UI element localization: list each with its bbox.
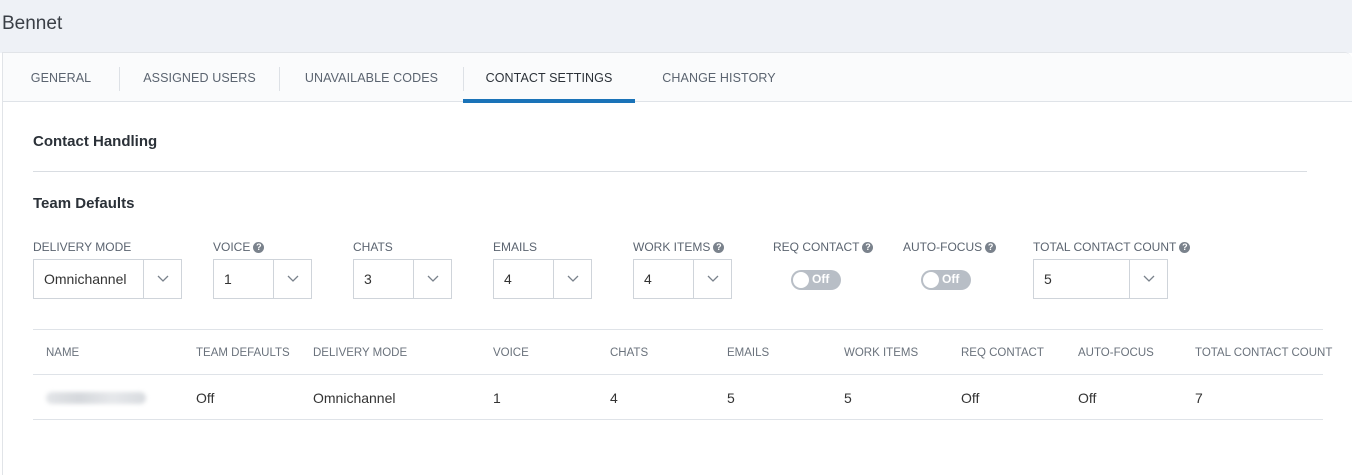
- toggle-knob: [923, 272, 939, 288]
- chats-select[interactable]: 3: [353, 259, 452, 299]
- column-header-voice[interactable]: VOICE: [493, 330, 529, 375]
- work-items-value: 4: [644, 271, 652, 287]
- help-icon[interactable]: ?: [713, 241, 725, 253]
- toggle-state: Off: [942, 272, 960, 286]
- emails-label: EMAILS: [493, 240, 537, 254]
- tab-bar: GENERAL ASSIGNED USERS UNAVAILABLE CODES…: [3, 53, 1352, 103]
- tab-change-history[interactable]: CHANGE HISTORY: [635, 53, 803, 102]
- column-header-auto-focus[interactable]: AUTO-FOCUS: [1078, 330, 1154, 375]
- auto-focus-label: AUTO-FOCUS ?: [903, 240, 997, 254]
- delivery-mode-value: Omnichannel: [44, 271, 127, 287]
- cell-req-contact: Off: [961, 389, 980, 406]
- req-contact-toggle[interactable]: Off: [791, 270, 841, 290]
- column-header-emails[interactable]: EMAILS: [727, 330, 769, 375]
- tab-contact-settings[interactable]: CONTACT SETTINGS: [463, 53, 635, 103]
- total-contact-count-select[interactable]: 5: [1033, 259, 1168, 299]
- column-header-team-defaults[interactable]: TEAM DEFAULTS: [196, 330, 290, 375]
- chevron-down-icon: [413, 260, 451, 298]
- page-title: Bennet: [2, 13, 63, 34]
- work-items-select[interactable]: 4: [633, 259, 732, 299]
- voice-value: 1: [224, 271, 232, 287]
- voice-label-text: VOICE: [213, 240, 251, 254]
- help-icon[interactable]: ?: [862, 241, 874, 253]
- redacted-name: [46, 391, 146, 404]
- voice-select[interactable]: 1: [213, 259, 312, 299]
- chevron-down-icon: [273, 260, 311, 298]
- chats-value: 3: [364, 271, 372, 287]
- table-header-row: NAME TEAM DEFAULTS DELIVERY MODE VOICE C…: [33, 329, 1332, 375]
- toggle-state: Off: [812, 272, 830, 286]
- tab-general[interactable]: GENERAL: [3, 53, 119, 102]
- chevron-down-icon: [693, 260, 731, 298]
- total-contact-count-label: TOTAL CONTACT COUNT ?: [1033, 240, 1191, 254]
- delivery-mode-select[interactable]: Omnichannel: [33, 259, 182, 299]
- agent-name-redacted: [46, 375, 146, 420]
- cell-emails: 5: [727, 389, 735, 406]
- column-header-work-items[interactable]: WORK ITEMS: [844, 330, 918, 375]
- cell-total-contact-count: 7: [1195, 389, 1203, 406]
- voice-label: VOICE ?: [213, 240, 265, 254]
- chevron-down-icon: [553, 260, 591, 298]
- work-items-label-text: WORK ITEMS: [633, 240, 711, 254]
- delivery-mode-label: DELIVERY MODE: [33, 240, 131, 254]
- req-contact-label: REQ CONTACT ?: [773, 240, 874, 254]
- chevron-down-icon: [143, 260, 181, 298]
- column-header-total-contact-count[interactable]: TOTAL CONTACT COUNT: [1195, 330, 1332, 375]
- cell-voice: 1: [493, 389, 501, 406]
- help-icon[interactable]: ?: [253, 241, 265, 253]
- req-contact-label-text: REQ CONTACT: [773, 240, 860, 254]
- team-detail-card: GENERAL ASSIGNED USERS UNAVAILABLE CODES…: [2, 52, 1352, 475]
- page-header: Bennet: [0, 0, 1352, 53]
- work-items-label: WORK ITEMS ?: [633, 240, 725, 254]
- toggle-knob: [793, 272, 809, 288]
- tab-assigned-users[interactable]: ASSIGNED USERS: [120, 53, 279, 102]
- column-header-req-contact[interactable]: REQ CONTACT: [961, 330, 1044, 375]
- column-header-delivery-mode[interactable]: DELIVERY MODE: [313, 330, 407, 375]
- team-defaults-title: Team Defaults: [33, 195, 135, 212]
- cell-work-items: 5: [844, 389, 852, 406]
- total-contact-count-value: 5: [1044, 271, 1052, 287]
- cell-auto-focus: Off: [1078, 389, 1097, 406]
- contact-handling-title: Contact Handling: [33, 133, 158, 150]
- cell-delivery-mode: Omnichannel: [313, 389, 396, 406]
- section-divider: [33, 171, 1307, 172]
- column-header-name[interactable]: NAME: [46, 330, 79, 375]
- help-icon[interactable]: ?: [1179, 241, 1191, 253]
- help-icon[interactable]: ?: [985, 241, 997, 253]
- column-header-chats[interactable]: CHATS: [610, 330, 648, 375]
- auto-focus-label-text: AUTO-FOCUS: [903, 240, 983, 254]
- cell-team-defaults: Off: [196, 389, 215, 406]
- total-contact-count-label-text: TOTAL CONTACT COUNT: [1033, 240, 1177, 254]
- emails-value: 4: [504, 271, 512, 287]
- delivery-mode-label-text: DELIVERY MODE: [33, 240, 132, 254]
- auto-focus-toggle[interactable]: Off: [921, 270, 971, 290]
- chevron-down-icon: [1129, 260, 1167, 298]
- table-row[interactable]: Off Omnichannel 1 4 5 5 Off Off 7: [33, 374, 1323, 420]
- chats-label: CHATS: [353, 240, 393, 254]
- chats-label-text: CHATS: [353, 240, 393, 254]
- emails-select[interactable]: 4: [493, 259, 592, 299]
- tab-unavailable-codes[interactable]: UNAVAILABLE CODES: [280, 53, 463, 102]
- cell-chats: 4: [610, 389, 618, 406]
- emails-label-text: EMAILS: [493, 240, 538, 254]
